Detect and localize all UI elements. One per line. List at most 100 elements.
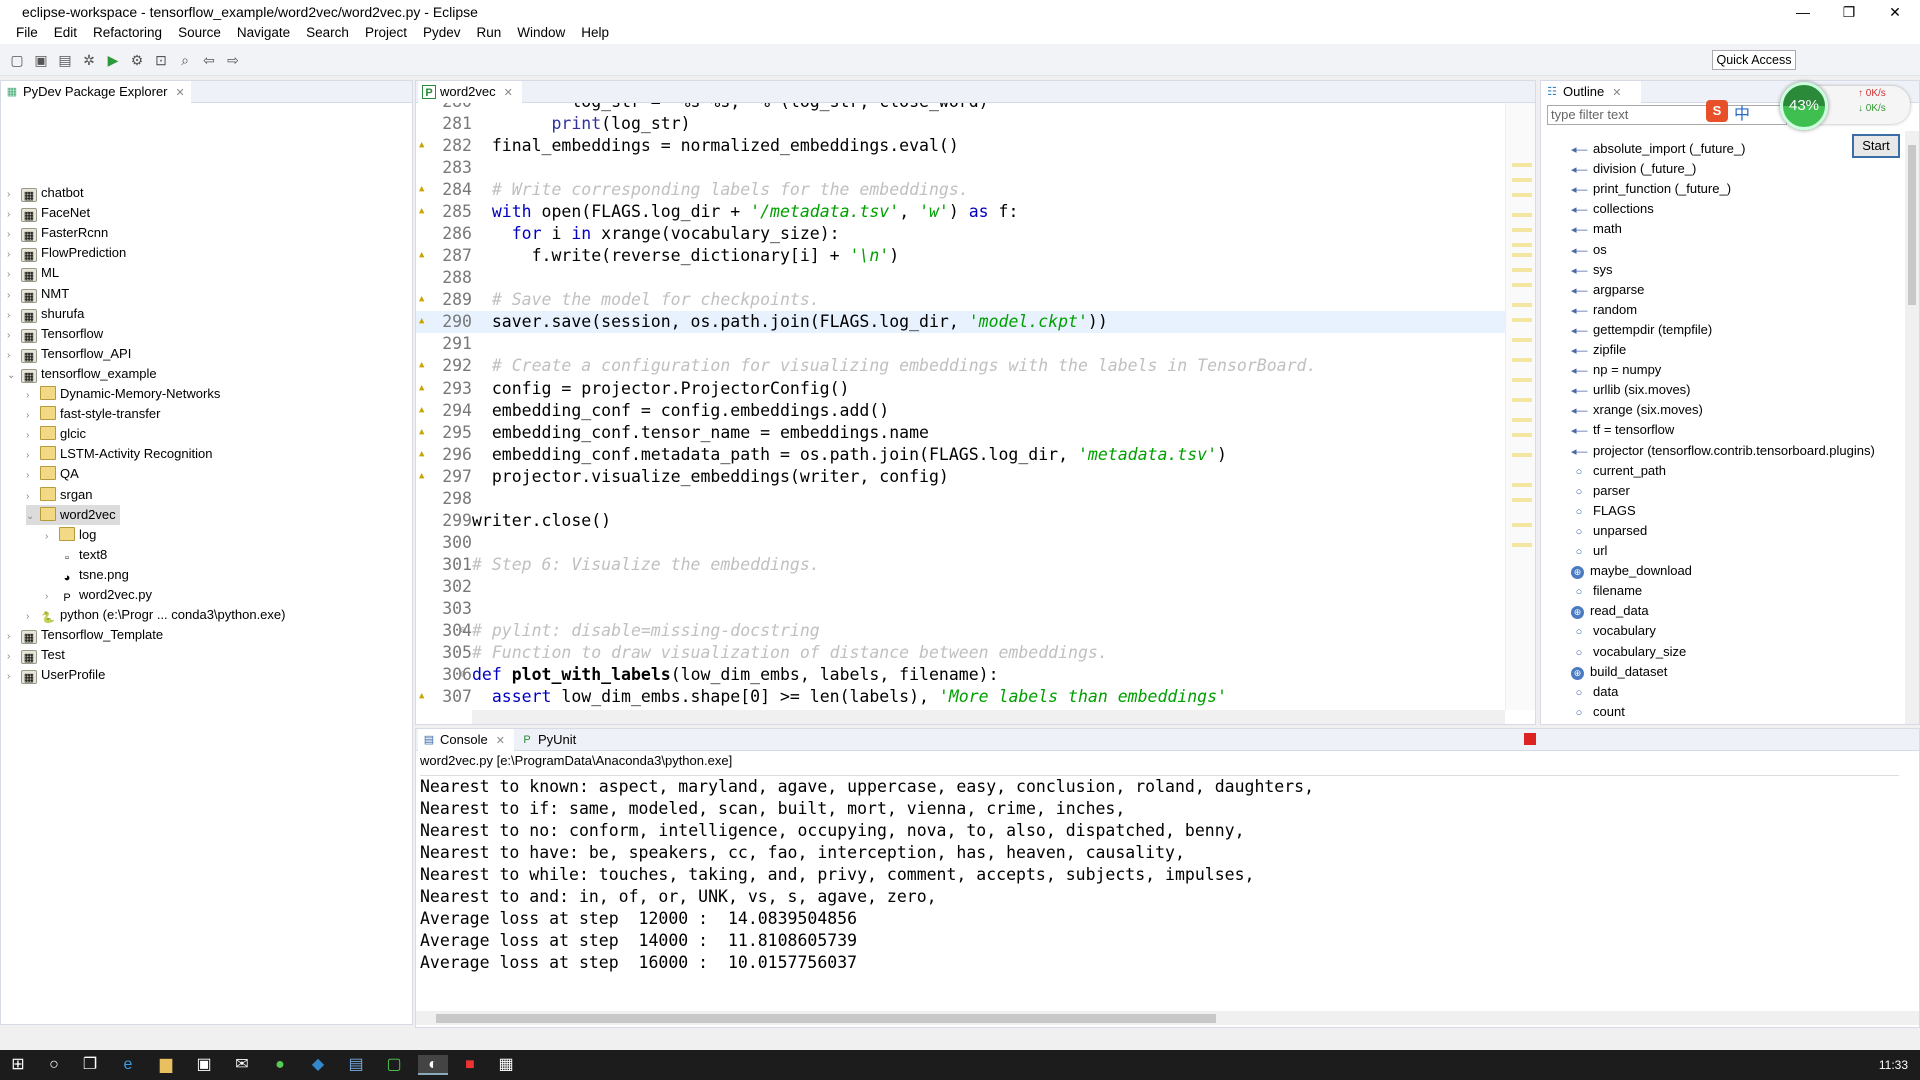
chevron-right-icon[interactable]: › xyxy=(26,446,40,466)
outline-item[interactable]: ○dictionary xyxy=(1571,722,1649,725)
outline-item[interactable]: ◂— random xyxy=(1571,300,1637,320)
tree-item[interactable]: ▫ text8 xyxy=(45,545,107,565)
code-line[interactable]: ▲ 289 # Save the model for checkpoints. xyxy=(416,289,1505,311)
tree-item[interactable]: › srgan xyxy=(26,485,93,505)
warning-marker[interactable] xyxy=(1512,228,1532,232)
warning-marker[interactable] xyxy=(1512,213,1532,217)
warning-marker[interactable] xyxy=(1512,398,1532,402)
chevron-down-icon[interactable]: ⌄ xyxy=(26,507,40,527)
code-area[interactable]: 280 log_str = '%s %s,' % (log_str, close… xyxy=(416,103,1505,710)
vscode-icon[interactable]: ◆ xyxy=(308,1055,328,1075)
chevron-right-icon[interactable]: › xyxy=(7,185,21,205)
ime-mode[interactable]: 中 xyxy=(1734,100,1750,124)
outline-item[interactable]: ◂— collections xyxy=(1571,199,1654,219)
save-all-icon[interactable]: ▤ xyxy=(56,51,74,69)
outline-item[interactable]: ○ count xyxy=(1571,702,1625,722)
tree-item[interactable]: › ▦ NMT xyxy=(7,284,69,304)
warning-marker[interactable] xyxy=(1512,453,1532,457)
windows-start-icon[interactable]: ⊞ xyxy=(8,1055,28,1075)
code-line[interactable]: 303 xyxy=(416,598,1505,620)
code-line[interactable]: ▲ 296 embedding_conf.metadata_path = os.p… xyxy=(416,444,1505,466)
chevron-right-icon[interactable]: › xyxy=(7,265,21,285)
chevron-right-icon[interactable]: › xyxy=(26,426,40,446)
tab-word2vec[interactable]: Pword2vec ✕ xyxy=(418,81,522,103)
app-icon[interactable]: ▢ xyxy=(384,1055,404,1075)
tab-package-explorer[interactable]: ▦ PyDev Package Explorer ✕ xyxy=(1,81,191,103)
outline-item[interactable]: ⊕ maybe_download xyxy=(1571,561,1692,581)
menu-search[interactable]: Search xyxy=(298,22,357,44)
quick-access-field[interactable]: Quick Access xyxy=(1712,50,1796,70)
chevron-right-icon[interactable]: › xyxy=(7,286,21,306)
fold-icon[interactable]: ⊖ xyxy=(460,664,466,686)
chevron-right-icon[interactable]: › xyxy=(26,466,40,486)
chevron-right-icon[interactable]: › xyxy=(7,667,21,687)
warning-marker[interactable] xyxy=(1512,498,1532,502)
file-explorer-icon[interactable]: ▆ xyxy=(156,1055,176,1075)
outline-filter-input[interactable]: type filter text xyxy=(1547,105,1787,125)
outline-scrollbar[interactable] xyxy=(1905,131,1919,724)
search-icon[interactable]: ⌕ xyxy=(176,51,194,69)
outline-item[interactable]: ◂— sys xyxy=(1571,260,1613,280)
save-icon[interactable]: ▣ xyxy=(32,51,50,69)
horizontal-scrollbar[interactable] xyxy=(472,710,1505,724)
tree-item[interactable]: › ▦ Tensorflow xyxy=(7,324,103,344)
terminate-icon[interactable] xyxy=(1524,733,1536,745)
warning-marker[interactable] xyxy=(1512,433,1532,437)
tree-item[interactable]: › ▦ chatbot xyxy=(7,183,84,203)
tree-item[interactable]: › ▦ FaceNet xyxy=(7,203,90,223)
chevron-right-icon[interactable]: › xyxy=(45,527,59,547)
outline-item[interactable]: ◂— os xyxy=(1571,240,1607,260)
close-icon[interactable]: ✕ xyxy=(496,735,505,747)
external-tools-icon[interactable]: ⚙ xyxy=(128,51,146,69)
minimize-button[interactable]: — xyxy=(1780,0,1826,24)
code-line[interactable]: ▲ 282 final_embeddings = normalized_embed… xyxy=(416,135,1505,157)
outline-item[interactable]: ◂— absolute_import (_future_) xyxy=(1571,139,1745,159)
warning-marker[interactable] xyxy=(1512,163,1532,167)
code-line[interactable]: ▲ 287 f.write(reverse_dictionary[i] + '\n… xyxy=(416,245,1505,267)
tree-item[interactable]: › ▦ FasterRcnn xyxy=(7,223,108,243)
chevron-right-icon[interactable]: › xyxy=(26,607,40,627)
open-folder-icon[interactable]: ⊡ xyxy=(152,51,170,69)
menu-help[interactable]: Help xyxy=(573,22,617,44)
tree-item[interactable]: › Pword2vec.py xyxy=(45,585,152,605)
tree-item[interactable]: › ▦ UserProfile xyxy=(7,665,105,685)
chevron-right-icon[interactable]: › xyxy=(7,647,21,667)
mail-icon[interactable]: ✉ xyxy=(232,1055,252,1075)
chevron-right-icon[interactable]: › xyxy=(26,386,40,406)
back-icon[interactable]: ⇦ xyxy=(200,51,218,69)
outline-item[interactable]: ◂— np = numpy xyxy=(1571,360,1661,380)
code-line[interactable]: 283 xyxy=(416,157,1505,179)
code-line[interactable]: 281 print(log_str) xyxy=(416,113,1505,135)
tree-item[interactable]: › QA xyxy=(26,464,79,484)
outline-item[interactable]: ○ vocabulary xyxy=(1571,621,1656,641)
code-line[interactable]: 288 xyxy=(416,267,1505,289)
outline-item[interactable]: ◂— projector (tensorflow.contrib.tensorbo… xyxy=(1571,441,1875,461)
chevron-right-icon[interactable]: › xyxy=(7,225,21,245)
tab-console[interactable]: ▤ Console ✕ xyxy=(418,729,514,751)
tree-item[interactable]: › log xyxy=(45,525,96,545)
tab-outline[interactable]: ☷ Outline ✕ xyxy=(1541,81,1641,103)
menu-project[interactable]: Project xyxy=(357,22,415,44)
tree-item[interactable]: › glcic xyxy=(26,424,86,444)
clock[interactable]: 11:33 xyxy=(1879,1050,1908,1080)
warning-marker[interactable] xyxy=(1512,358,1532,362)
menu-run[interactable]: Run xyxy=(469,22,510,44)
maximize-button[interactable]: ❐ xyxy=(1826,0,1872,24)
warning-marker[interactable] xyxy=(1512,418,1532,422)
code-line[interactable]: 300 xyxy=(416,532,1505,554)
outline-item[interactable]: ◂— urllib (six.moves) xyxy=(1571,380,1691,400)
start-button[interactable]: Start xyxy=(1852,134,1900,158)
outline-item[interactable]: ○ url xyxy=(1571,541,1608,561)
code-line[interactable]: 299 writer.close() xyxy=(416,510,1505,532)
outline-item[interactable]: ◂— zipfile xyxy=(1571,340,1626,360)
code-line[interactable]: 305 # Function to draw visualization of d… xyxy=(416,642,1505,664)
run-icon[interactable]: ▶ xyxy=(104,51,122,69)
tab-pyunit[interactable]: P PyUnit xyxy=(516,729,586,751)
menu-pydev[interactable]: Pydev xyxy=(415,22,469,44)
app-icon[interactable]: ■ xyxy=(460,1055,480,1075)
console-horizontal-scrollbar[interactable] xyxy=(416,1011,1919,1025)
code-line[interactable]: ▲ 293 config = projector.ProjectorConfig(… xyxy=(416,378,1505,400)
tree-item[interactable]: › ▦ FlowPrediction xyxy=(7,243,126,263)
app-icon[interactable]: ▤ xyxy=(346,1055,366,1075)
console-output[interactable]: Nearest to known: aspect, maryland, agav… xyxy=(420,775,1899,1005)
